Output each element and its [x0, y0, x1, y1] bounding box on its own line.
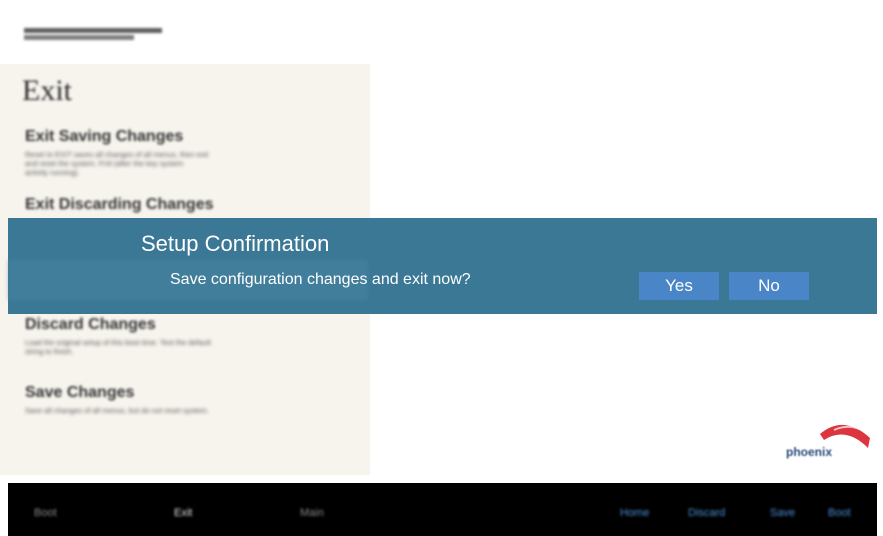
nav-discard-link[interactable]: Discard	[688, 507, 725, 519]
phoenix-logo-icon: phoenix	[782, 412, 872, 468]
menu-item-exit-discarding[interactable]: Exit Discarding Changes	[25, 196, 214, 214]
yes-button[interactable]: Yes	[639, 272, 719, 300]
section-title: Exit	[22, 74, 72, 107]
nav-exit-tab[interactable]: Exit	[174, 507, 192, 519]
menu-item-desc: Save all changes of all menus, but do no…	[25, 406, 209, 415]
menu-item-discard-changes[interactable]: Discard Changes	[25, 316, 156, 334]
dialog-message: Save configuration changes and exit now?	[170, 271, 471, 288]
menu-item-exit-saving[interactable]: Exit Saving Changes	[25, 128, 183, 146]
bottom-navigation-bar: Boot Exit Main Home Discard Save Boot	[8, 483, 877, 536]
menu-item-desc: Load the original setup of this boot tim…	[25, 338, 211, 356]
nav-home-link[interactable]: Home	[620, 507, 649, 519]
nav-boot-link[interactable]: Boot	[828, 507, 851, 519]
dialog-title: Setup Confirmation	[141, 231, 330, 256]
nav-main-tab[interactable]: Main	[300, 507, 324, 519]
menu-item-save-changes[interactable]: Save Changes	[25, 384, 134, 402]
nav-boot-tab[interactable]: Boot	[34, 507, 57, 519]
menu-item-desc: Reset to EXIT saves all changes of all m…	[25, 150, 209, 177]
no-button[interactable]: No	[729, 272, 809, 300]
nav-save-link[interactable]: Save	[770, 507, 795, 519]
vendor-logo-text	[24, 28, 162, 42]
svg-text:phoenix: phoenix	[786, 445, 832, 459]
